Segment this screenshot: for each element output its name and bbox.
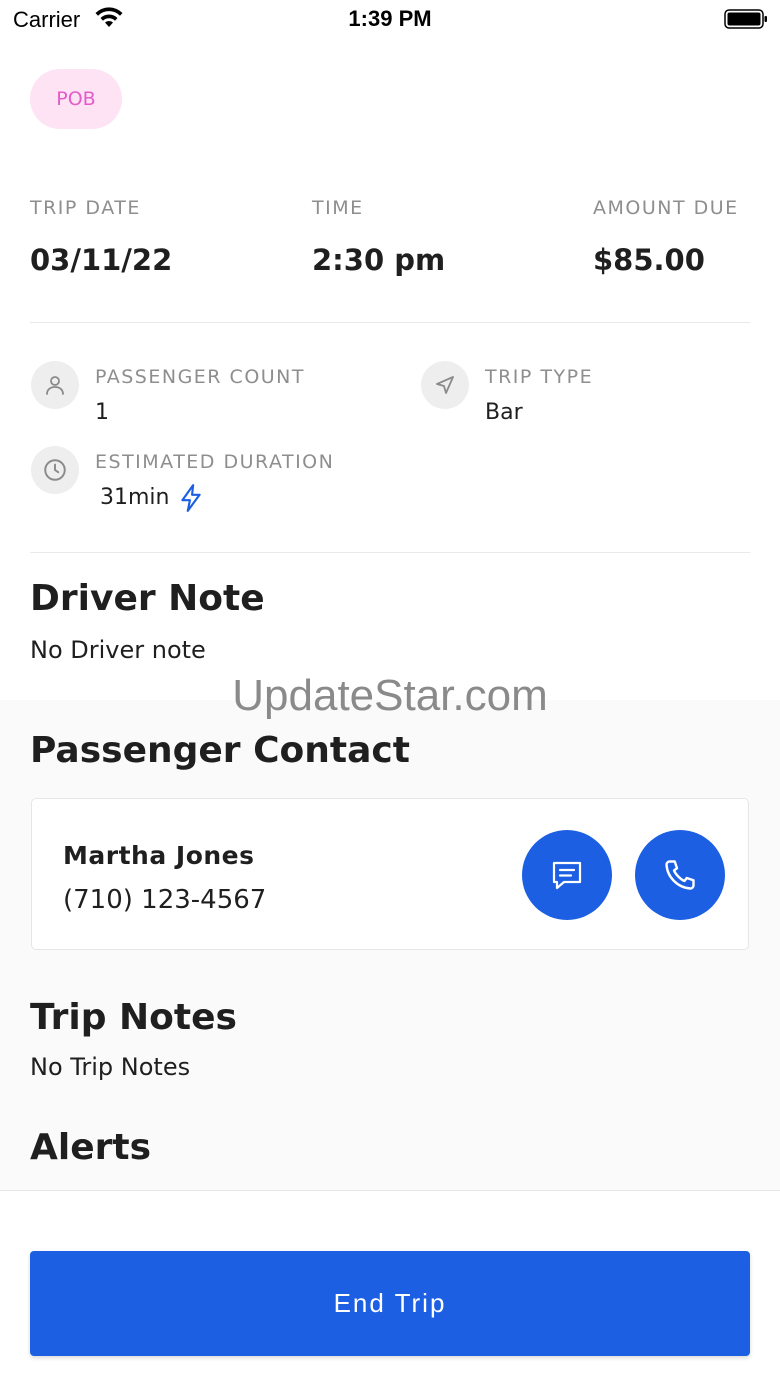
estimated-duration-value: 31min (100, 485, 170, 510)
amount-due-label: AMOUNT DUE (593, 197, 739, 219)
contact-name: Martha Jones (63, 841, 255, 870)
navigation-icon (421, 361, 469, 409)
lightning-icon (181, 484, 201, 512)
status-time: 1:39 PM (348, 6, 432, 31)
watermark: UpdateStar.com (232, 671, 548, 720)
clock-icon (31, 446, 79, 494)
trip-type-label: TRIP TYPE (485, 366, 594, 388)
trip-time-block: TIME 2:30 pm (312, 197, 445, 277)
amount-due-block: AMOUNT DUE $85.00 (593, 197, 739, 277)
battery-icon (724, 9, 767, 29)
estimated-duration-label: ESTIMATED DURATION (95, 451, 335, 473)
trip-time-value: 2:30 pm (312, 243, 446, 277)
person-icon (31, 361, 79, 409)
passenger-contact-title: Passenger Contact (30, 730, 410, 771)
message-button[interactable] (522, 830, 612, 920)
status-badge: POB (30, 69, 122, 129)
phone-icon (665, 860, 695, 890)
passenger-count-value: 1 (95, 400, 109, 425)
amount-due-value: $85.00 (593, 243, 705, 277)
status-bar: Carrier 1:39 PM (0, 0, 780, 40)
passenger-count-label: PASSENGER COUNT (95, 366, 305, 388)
divider (30, 322, 750, 323)
trip-date-block: TRIP DATE 03/11/22 (30, 197, 172, 277)
trip-time-label: TIME (312, 197, 364, 219)
contact-phone: (710) 123-4567 (63, 885, 267, 915)
driver-note-title: Driver Note (30, 578, 265, 619)
end-trip-button[interactable]: End Trip (30, 1251, 750, 1356)
contact-card: Martha Jones (710) 123-4567 (31, 798, 749, 950)
trip-notes-text: No Trip Notes (30, 1053, 191, 1081)
call-button[interactable] (635, 830, 725, 920)
message-icon (552, 861, 582, 890)
trip-date-value: 03/11/22 (30, 243, 173, 277)
trip-notes-title: Trip Notes (30, 997, 237, 1038)
trip-date-label: TRIP DATE (30, 197, 141, 219)
alerts-title: Alerts (30, 1127, 152, 1168)
driver-note-text: No Driver note (30, 636, 206, 664)
divider (30, 552, 750, 553)
trip-type-value: Bar (485, 400, 523, 425)
